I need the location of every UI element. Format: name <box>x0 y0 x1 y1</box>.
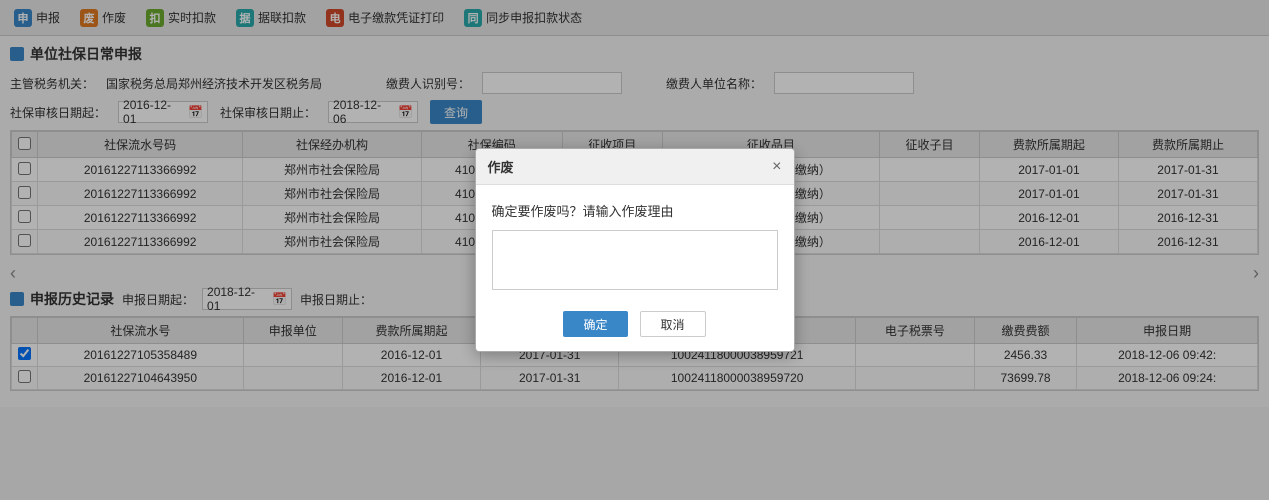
dialog-confirm-button[interactable]: 确定 <box>563 311 627 337</box>
dialog: 作废 × 确定要作废吗？请输入作废理由 确定 取消 <box>475 148 795 352</box>
dialog-close-button[interactable]: × <box>772 159 781 175</box>
dialog-header: 作废 × <box>476 149 794 185</box>
dialog-cancel-button[interactable]: 取消 <box>640 311 706 337</box>
dialog-title: 作废 <box>488 157 514 176</box>
dialog-overlay: 作废 × 确定要作废吗？请输入作废理由 确定 取消 <box>0 0 1269 500</box>
dialog-message: 确定要作废吗？请输入作废理由 <box>492 201 778 220</box>
dialog-footer: 确定 取消 <box>476 301 794 351</box>
dialog-body: 确定要作废吗？请输入作废理由 <box>476 185 794 301</box>
dialog-reason-input[interactable] <box>492 230 778 290</box>
